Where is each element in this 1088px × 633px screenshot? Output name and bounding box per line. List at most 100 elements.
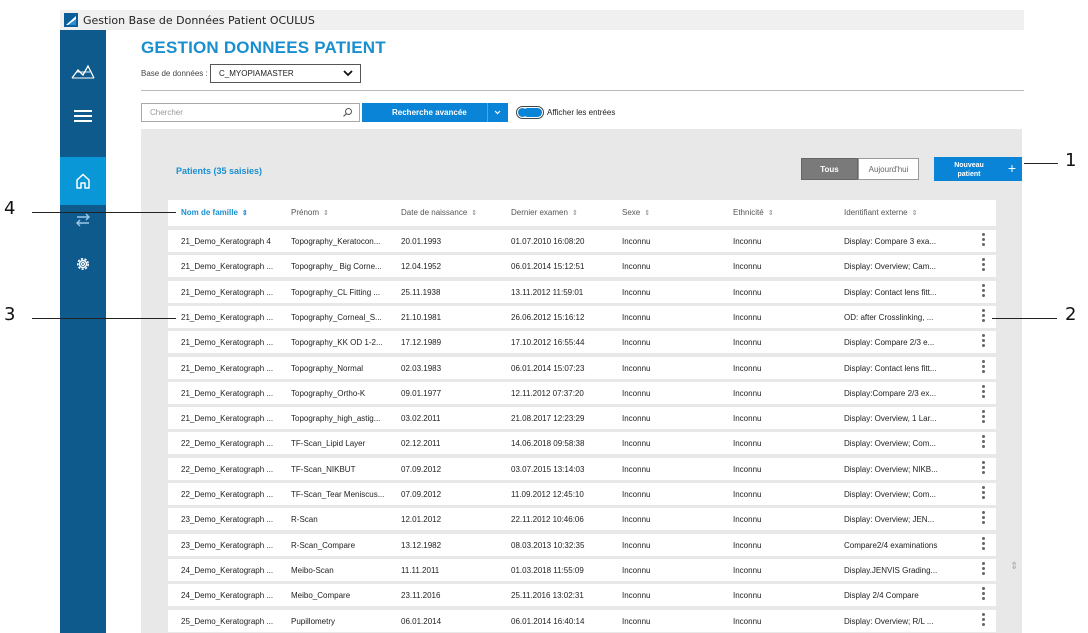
- table-cell: 07.09.2012: [401, 464, 442, 474]
- table-cell: 06.01.2014: [401, 616, 442, 626]
- table-cell: 02.12.2011: [401, 439, 441, 449]
- search-icon: [343, 108, 352, 117]
- table-cell: 21_Demo_Keratograph ...: [181, 388, 274, 398]
- kebab-menu-icon[interactable]: [980, 460, 986, 477]
- table-cell: 21_Demo_Keratograph 4: [181, 237, 271, 246]
- table-row[interactable]: 21_Demo_Keratograph ... Topography_CL Fit…: [168, 280, 996, 303]
- table-row[interactable]: 22_Demo_Keratograph ... TF-Scan_Lipid Lay…: [168, 432, 996, 455]
- table-cell: 21.08.2017 12:23:29: [511, 414, 585, 424]
- title-bar: Gestion Base de Données Patient OCULUS: [60, 10, 1024, 30]
- callout-number: 4: [4, 198, 16, 219]
- kebab-menu-icon[interactable]: [980, 308, 986, 325]
- filter-today-button[interactable]: Aujourd'hui: [858, 158, 919, 180]
- kebab-menu-icon[interactable]: [980, 486, 986, 502]
- table-cell: Inconnu: [733, 464, 762, 474]
- table-cell: R-Scan: [291, 515, 318, 525]
- table-row[interactable]: 21_Demo_Keratograph ... Topography_Ortho-…: [168, 381, 996, 404]
- table-cell: 24_Demo_Keratograph ...: [181, 591, 274, 601]
- table-cell: 17.10.2012 16:55:44: [511, 338, 585, 348]
- table-row[interactable]: 21_Demo_Keratograph ... Topography_Cornea…: [168, 305, 996, 328]
- table-cell: 12.11.2012 07:37:20: [511, 388, 584, 398]
- table-cell: 06.01.2014 15:12:51: [511, 262, 585, 272]
- callout-number: 2: [1065, 304, 1077, 325]
- kebab-menu-icon[interactable]: [980, 536, 986, 553]
- table-cell: Display: Overview; Com...: [844, 490, 937, 499]
- chevron-down-icon: [494, 110, 501, 115]
- table-cell: 06.01.2014 15:07:23: [511, 363, 585, 373]
- column-header-prenom[interactable]: Prénom ⇕: [291, 208, 329, 217]
- table-cell: Topography_KK OD 1-2...: [291, 338, 383, 348]
- column-header-dernier-examen[interactable]: Dernier examen ⇕: [511, 208, 578, 217]
- table-cell: TF-Scan_Tear Meniscus...: [291, 490, 385, 499]
- new-patient-button[interactable]: Nouveau patient +: [934, 157, 1022, 181]
- table-row[interactable]: 24_Demo_Keratograph ... Meibo-Scan 11.11.2…: [168, 558, 996, 581]
- column-header-label: Date de naissance: [401, 208, 468, 217]
- kebab-menu-icon[interactable]: [980, 359, 986, 376]
- table-row[interactable]: 21_Demo_Keratograph ... Topography_Normal…: [168, 356, 996, 379]
- advanced-search-button[interactable]: Recherche avancée: [362, 103, 508, 122]
- gear-icon[interactable]: [60, 244, 106, 284]
- table-row[interactable]: 21_Demo_Keratograph 4 Topography_Keratoco…: [168, 230, 996, 252]
- kebab-menu-icon[interactable]: [980, 435, 986, 451]
- hamburger-menu-icon[interactable]: [60, 96, 106, 136]
- table-cell: Inconnu: [733, 565, 762, 575]
- scroll-indicator-icon[interactable]: ⇕: [1010, 561, 1018, 572]
- table-cell: Inconnu: [733, 338, 762, 348]
- table-row[interactable]: 21_Demo_Keratograph ... Topography_KK OD …: [168, 331, 996, 354]
- show-entries-toggle[interactable]: [516, 106, 544, 119]
- kebab-menu-icon[interactable]: [980, 587, 986, 603]
- database-select[interactable]: C_MYOPIAMASTER: [210, 64, 361, 83]
- kebab-menu-icon[interactable]: [980, 233, 986, 249]
- table-cell: Display: Overview, 1 Lar...: [844, 414, 937, 424]
- filter-all-button[interactable]: Tous: [801, 158, 858, 180]
- table-cell: Display: Contact lens fitt...: [844, 287, 937, 297]
- database-selected-value: C_MYOPIAMASTER: [219, 69, 294, 78]
- kebab-menu-icon[interactable]: [980, 511, 986, 527]
- table-cell: 23_Demo_Keratograph ...: [181, 540, 274, 550]
- table-row[interactable]: 25_Demo_Keratograph ... Pupillometry 06.01…: [168, 609, 996, 632]
- home-icon[interactable]: [60, 157, 106, 205]
- table-cell: OD: after Crosslinking, ...: [844, 312, 934, 322]
- table-row[interactable]: 23_Demo_Keratograph ... R-Scan_Compare 13.…: [168, 533, 996, 556]
- advanced-search-label: Recherche avancée: [392, 108, 467, 117]
- column-header-ethnicite[interactable]: Ethnicité ⇕: [733, 208, 774, 217]
- sidebar: [60, 30, 106, 633]
- table-cell: Pupillometry: [291, 616, 336, 626]
- table-cell: Inconnu: [733, 312, 762, 322]
- column-header-sexe[interactable]: Sexe ⇕: [622, 208, 650, 217]
- kebab-menu-icon[interactable]: [980, 410, 986, 426]
- callout-line: [32, 212, 176, 213]
- kebab-menu-icon[interactable]: [980, 334, 986, 350]
- table-row[interactable]: 22_Demo_Keratograph ... TF-Scan_Tear Meni…: [168, 483, 996, 505]
- kebab-menu-icon[interactable]: [980, 384, 986, 401]
- table-cell: 11.09.2012 12:45:10: [511, 490, 584, 499]
- table-row[interactable]: 24_Demo_Keratograph ... Meibo_Compare 23.1…: [168, 584, 996, 607]
- search-input[interactable]: Chercher: [141, 103, 360, 122]
- column-header-nom-de-famille[interactable]: Nom de famille ⇕: [181, 208, 248, 217]
- kebab-menu-icon[interactable]: [980, 612, 986, 629]
- kebab-menu-icon[interactable]: [980, 283, 986, 300]
- table-cell: 25.11.1938: [401, 287, 441, 297]
- table-cell: Display: Contact lens fitt...: [844, 363, 937, 373]
- table-header: Nom de famille ⇕ Prénom ⇕ Date de naissanc…: [168, 200, 996, 226]
- kebab-menu-icon[interactable]: [980, 561, 986, 578]
- column-header-date-de-naissance[interactable]: Date de naissance ⇕: [401, 208, 477, 217]
- table-cell: 22_Demo_Keratograph ...: [181, 439, 274, 449]
- table-cell: 21_Demo_Keratograph ...: [181, 287, 274, 297]
- table-row[interactable]: 22_Demo_Keratograph ... TF-Scan_NIKBUT 07.…: [168, 457, 996, 480]
- table-cell: Inconnu: [733, 515, 762, 525]
- callout-line: [1024, 163, 1058, 164]
- table-cell: Inconnu: [733, 490, 762, 499]
- table-cell: 20.01.1993: [401, 237, 442, 246]
- table-row[interactable]: 21_Demo_Keratograph ... Topography_high_a…: [168, 407, 996, 430]
- toggle-knob: [518, 108, 527, 117]
- kebab-menu-icon[interactable]: [980, 258, 986, 274]
- table-cell: 21_Demo_Keratograph ...: [181, 312, 274, 322]
- table-row[interactable]: 23_Demo_Keratograph ... R-Scan 12.01.2012 2…: [168, 508, 996, 531]
- table-row[interactable]: 21_Demo_Keratograph ... Topography_ Big C…: [168, 255, 996, 278]
- table-cell: Inconnu: [733, 540, 762, 550]
- callout-line: [992, 318, 1057, 319]
- column-header-identifiant-externe[interactable]: Identifiant externe ⇕: [844, 208, 917, 217]
- table-cell: 23_Demo_Keratograph ...: [181, 515, 274, 525]
- swap-arrows-icon[interactable]: [60, 206, 106, 234]
